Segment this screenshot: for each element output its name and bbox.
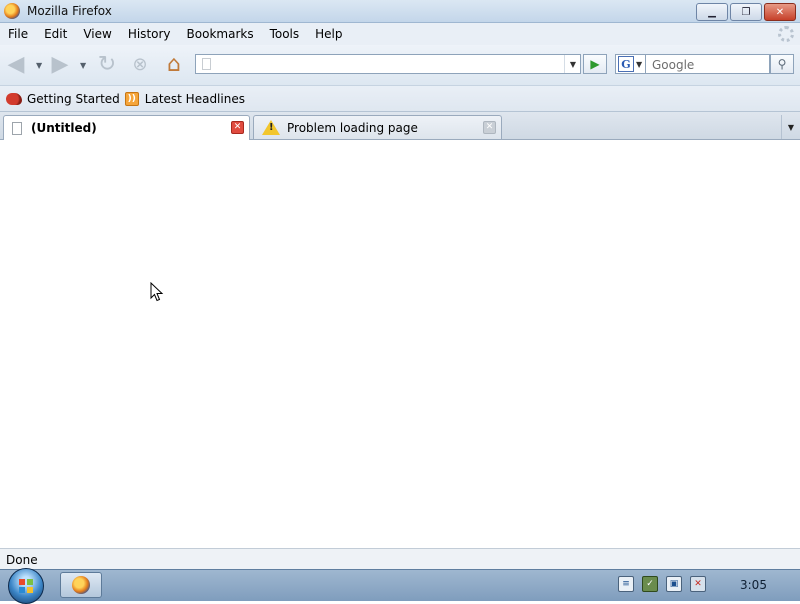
reload-icon[interactable]: ↻	[95, 53, 119, 77]
firefox-window: Mozilla Firefox ▁ ❐ ✕ File Edit View His…	[0, 0, 800, 570]
page-icon	[202, 58, 211, 70]
menu-edit[interactable]: Edit	[36, 27, 75, 41]
go-button[interactable]: ▶	[583, 54, 607, 74]
tab-label: (Untitled)	[31, 121, 97, 135]
search-bar[interactable]	[646, 54, 772, 74]
window-title: Mozilla Firefox	[27, 4, 112, 18]
firefox-icon	[4, 3, 20, 19]
tab-bar: (Untitled) ✕ Problem loading page ✕ ▼	[0, 112, 800, 140]
clock[interactable]: 3:05	[740, 578, 767, 592]
page-icon	[12, 121, 22, 135]
tab-close-button[interactable]: ✕	[231, 121, 244, 134]
page-content[interactable]	[0, 140, 800, 548]
bookmark-label: Getting Started	[27, 91, 120, 106]
status-bar: Done	[0, 548, 800, 570]
menu-bookmarks[interactable]: Bookmarks	[179, 27, 262, 41]
forward-arrow-icon[interactable]: ▶	[48, 53, 72, 77]
url-input[interactable]	[215, 55, 580, 73]
bookmark-label: Latest Headlines	[144, 91, 245, 106]
warning-icon	[262, 120, 280, 135]
status-text: Done	[6, 552, 38, 567]
back-arrow-icon[interactable]: ◀	[4, 53, 28, 77]
volume-muted-icon[interactable]: ✕	[690, 576, 706, 592]
search-button[interactable]: ⚲	[770, 54, 794, 74]
menu-file[interactable]: File	[0, 27, 36, 41]
menu-bar: File Edit View History Bookmarks Tools H…	[0, 23, 800, 45]
bookmark-latest-headlines[interactable]: )) Latest Headlines	[124, 91, 245, 106]
back-history-dropdown[interactable]: ▼	[36, 61, 42, 70]
system-tray: ≡ ✓ ▣ ✕	[618, 576, 706, 592]
menu-help[interactable]: Help	[307, 27, 350, 41]
bookmark-getting-started[interactable]: Getting Started	[6, 92, 120, 106]
menu-view[interactable]: View	[75, 27, 119, 41]
stop-icon[interactable]: ⊗	[128, 53, 152, 77]
search-engine-selector[interactable]: G ▼	[615, 54, 646, 74]
chevron-down-icon: ▼	[636, 59, 643, 69]
google-icon: G	[618, 56, 634, 72]
throbber-icon	[778, 26, 794, 42]
tab-untitled[interactable]: (Untitled) ✕	[3, 115, 250, 140]
search-input[interactable]	[650, 56, 772, 74]
rss-feed-icon: ))	[124, 91, 139, 106]
forward-history-dropdown[interactable]: ▼	[80, 61, 86, 70]
tab-problem-loading[interactable]: Problem loading page ✕	[253, 115, 502, 139]
title-bar[interactable]: Mozilla Firefox ▁ ❐ ✕	[0, 0, 800, 23]
magnifier-icon: ⚲	[777, 57, 787, 71]
mouse-cursor-icon	[150, 282, 164, 302]
tab-close-button[interactable]: ✕	[483, 121, 496, 134]
firefox-icon	[72, 576, 90, 594]
taskbar: ≡ ✓ ▣ ✕ 3:05	[0, 568, 800, 604]
url-history-dropdown[interactable]: ▼	[564, 55, 581, 73]
bookmarks-toolbar: Getting Started )) Latest Headlines	[0, 86, 800, 112]
close-button[interactable]: ✕	[764, 3, 796, 21]
taskbar-firefox-button[interactable]	[60, 572, 102, 598]
home-icon[interactable]: ⌂	[162, 53, 186, 77]
start-button[interactable]	[8, 568, 44, 604]
network-icon[interactable]: ▣	[666, 576, 682, 592]
security-shield-icon[interactable]: ✓	[642, 576, 658, 592]
url-bar[interactable]	[195, 54, 581, 74]
menu-tools[interactable]: Tools	[262, 27, 308, 41]
go-arrow-icon: ▶	[590, 57, 600, 71]
notes-icon[interactable]: ≡	[618, 576, 634, 592]
firefox-bookmark-icon	[6, 92, 22, 105]
tab-label: Problem loading page	[287, 120, 418, 135]
tab-list-dropdown[interactable]: ▼	[781, 115, 800, 139]
maximize-button[interactable]: ❐	[730, 3, 762, 21]
window-controls: ▁ ❐ ✕	[696, 3, 796, 21]
minimize-button[interactable]: ▁	[696, 3, 728, 21]
menu-history[interactable]: History	[120, 27, 179, 41]
